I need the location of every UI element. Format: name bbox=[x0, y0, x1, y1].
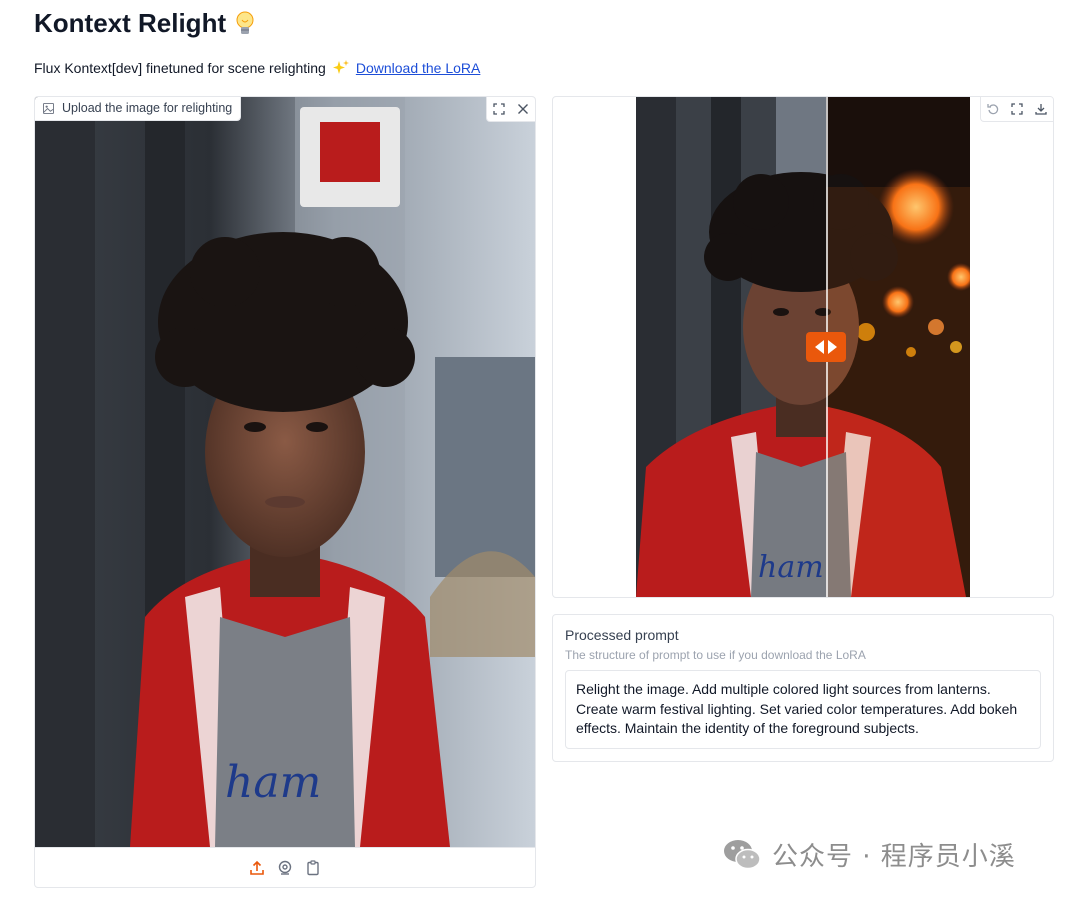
watermark: 公众号 · 程序员小溪 bbox=[722, 836, 1016, 873]
output-photo-illustration: ham bbox=[636, 97, 970, 597]
compare-slider-handle[interactable] bbox=[806, 332, 846, 362]
download-icon bbox=[1035, 104, 1047, 115]
page-title-text: Kontext Relight bbox=[34, 8, 227, 38]
upload-label-text: Upload the image for relighting bbox=[62, 101, 233, 115]
fullscreen-icon bbox=[1011, 103, 1023, 115]
subtitle-text: Flux Kontext[dev] finetuned for scene re… bbox=[34, 60, 326, 76]
webcam-button[interactable] bbox=[277, 860, 293, 876]
arrow-left-icon bbox=[815, 340, 824, 354]
wechat-icon bbox=[724, 839, 761, 869]
clipboard-icon bbox=[307, 859, 319, 875]
undo-icon bbox=[987, 104, 999, 115]
fullscreen-button[interactable] bbox=[487, 97, 511, 121]
sparkles-icon bbox=[332, 60, 349, 74]
svg-text:ham: ham bbox=[225, 757, 321, 808]
processed-prompt-textbox[interactable]: Relight the image. Add multiple colored … bbox=[565, 670, 1041, 749]
download-lora-link[interactable]: Download the LoRA bbox=[356, 60, 481, 76]
clipboard-button[interactable] bbox=[305, 859, 321, 876]
upload-image-label: Upload the image for relighting bbox=[35, 97, 242, 121]
fullscreen-button[interactable] bbox=[1005, 97, 1029, 121]
input-image-toolbar bbox=[486, 97, 535, 122]
clear-image-button[interactable] bbox=[511, 97, 535, 121]
image-source-bar bbox=[35, 847, 535, 887]
undo-button[interactable] bbox=[981, 97, 1005, 121]
page-subtitle: Flux Kontext[dev] finetuned for scene re… bbox=[34, 59, 480, 77]
upload-button[interactable] bbox=[249, 860, 265, 876]
input-photo-illustration: ham bbox=[35, 97, 535, 847]
page-title: Kontext Relight bbox=[34, 8, 256, 39]
output-image-panel: ham bbox=[552, 96, 1054, 598]
download-button[interactable] bbox=[1029, 97, 1053, 121]
prompt-info: The structure of prompt to use if you do… bbox=[565, 648, 866, 662]
svg-text:ham: ham bbox=[758, 550, 824, 585]
input-image-panel[interactable]: ham Upload the image for relighting bbox=[34, 96, 536, 888]
processed-prompt-panel: Processed prompt The structure of prompt… bbox=[552, 614, 1054, 762]
close-icon bbox=[518, 104, 528, 114]
input-photo[interactable]: ham bbox=[35, 97, 535, 847]
watermark-text: 公众号 · 程序员小溪 bbox=[772, 842, 1016, 872]
output-image-toolbar bbox=[980, 97, 1053, 122]
image-icon bbox=[43, 102, 54, 114]
arrow-right-icon bbox=[828, 340, 837, 354]
upload-icon bbox=[250, 860, 264, 875]
webcam-icon bbox=[278, 860, 292, 875]
lightbulb-icon bbox=[236, 11, 254, 34]
fullscreen-icon bbox=[493, 103, 505, 115]
image-compare-slider[interactable]: ham bbox=[636, 97, 970, 597]
prompt-label: Processed prompt bbox=[565, 627, 679, 643]
